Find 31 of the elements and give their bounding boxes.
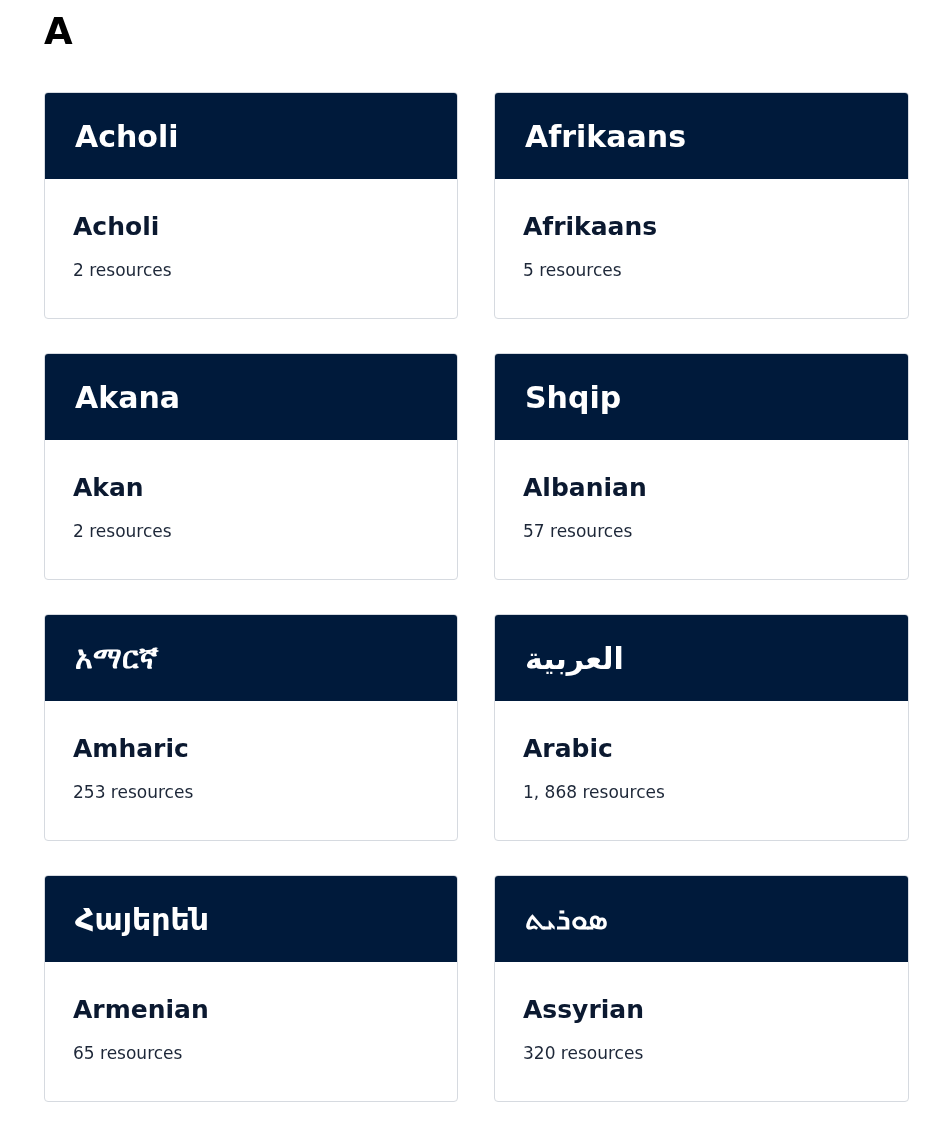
language-name: Armenian xyxy=(73,994,209,1026)
language-name: Assyrian xyxy=(523,994,644,1026)
language-name: Arabic xyxy=(523,733,613,765)
language-name: Akan xyxy=(73,472,144,504)
language-card[interactable]: Shqip Albanian 57 resources xyxy=(494,353,909,580)
resource-count: 2 resources xyxy=(73,259,172,281)
resource-count: 2 resources xyxy=(73,520,172,542)
resource-count: 57 resources xyxy=(523,520,633,542)
language-card[interactable]: Acholi Acholi 2 resources xyxy=(44,92,458,319)
resource-count: 5 resources xyxy=(523,259,622,281)
native-name-banner: Akana xyxy=(45,354,457,440)
language-card[interactable]: Afrikaans Afrikaans 5 resources xyxy=(494,92,909,319)
resource-count: 320 resources xyxy=(523,1042,644,1064)
native-name-banner: Հայերեն xyxy=(45,876,457,962)
native-name-banner: ܣܘܪܝܬ xyxy=(495,876,908,962)
native-name-banner: Afrikaans xyxy=(495,93,908,179)
native-name-banner: العربية xyxy=(495,615,908,701)
resource-count: 65 resources xyxy=(73,1042,183,1064)
language-name: Amharic xyxy=(73,733,189,765)
language-name: Afrikaans xyxy=(523,211,658,243)
language-name: Albanian xyxy=(523,472,647,504)
language-name: Acholi xyxy=(73,211,160,243)
native-name-banner: Acholi xyxy=(45,93,457,179)
native-name-banner: አማርኛ xyxy=(45,615,457,701)
native-name-banner: Shqip xyxy=(495,354,908,440)
language-card[interactable]: Akana Akan 2 resources xyxy=(44,353,458,580)
resource-count: 1, 868 resources xyxy=(523,781,665,803)
resource-count: 253 resources xyxy=(73,781,194,803)
language-card[interactable]: Հայերեն Armenian 65 resources xyxy=(44,875,458,1102)
language-card[interactable]: አማርኛ Amharic 253 resources xyxy=(44,614,458,841)
section-letter-heading: A xyxy=(44,10,73,54)
